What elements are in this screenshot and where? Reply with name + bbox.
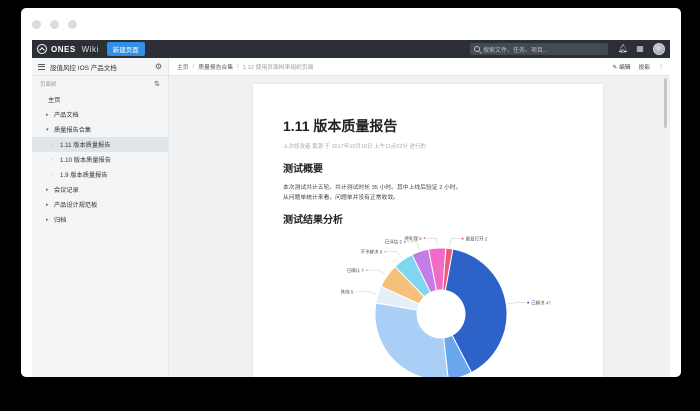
sidebar-tree-item-label: 会议记录 <box>54 187 79 194</box>
apps-grid-icon[interactable]: ▦ <box>636 45 644 53</box>
slice-label-marker <box>384 250 387 253</box>
breadcrumb-separator: / <box>192 63 195 70</box>
sidebar-tree-item[interactable]: ▸ 会议记录 <box>32 182 168 197</box>
sidebar-tree-item[interactable]: ▾ 质量报告合集 <box>32 122 168 137</box>
chevron-right-icon: ▸ <box>46 111 49 118</box>
sidebar-header: 設值风控 IOS 产品文档 ⚙︎ <box>32 58 168 76</box>
sidebar-tree-item-label: 1.11 版本质量报告 <box>60 142 111 149</box>
slice-label-marker <box>355 290 358 293</box>
slice-label-leader <box>387 251 403 259</box>
sidebar-tree-item-label: 归档 <box>54 217 67 224</box>
sidebar: 設值风控 IOS 产品文档 ⚙︎ 页面树 ⇅ 主页 ▸ 产品文档 ▾ 质量报告合集 · 1.… <box>32 58 169 377</box>
search-placeholder: 搜索文件、任务、项目... <box>483 47 549 54</box>
slice-label-leader <box>406 241 420 250</box>
sidebar-tree-item[interactable]: ▸ 产品文档 <box>32 107 168 122</box>
new-page-button[interactable]: 新建页面 <box>106 42 145 56</box>
slice-label: 重复打开 2 <box>466 235 488 242</box>
sidebar-tree-item[interactable]: 主页 <box>32 92 168 107</box>
space-title[interactable]: 設值风控 IOS 产品文档 <box>50 62 117 72</box>
more-options-button[interactable]: ⋮ <box>658 64 664 70</box>
page-tree-sort-icon[interactable]: ⇅ <box>154 80 160 88</box>
slice-label: 已解决 47 <box>531 299 551 306</box>
sidebar-tree-item-label: 产品设计规范板 <box>54 202 98 209</box>
breadcrumb: 主页 / 质量报告合集 / 1.12 使用页面树来组织页面 ✎ 编辑 投影 ⋮ <box>169 58 670 76</box>
slice-label-leader <box>508 302 527 305</box>
slice-label-leader <box>358 291 377 295</box>
slice-label-leader <box>449 238 461 247</box>
present-button[interactable]: 投影 <box>639 62 651 71</box>
slice-label: 不予解决 6 <box>361 249 383 256</box>
top-navigation-bar: ONES Wiki 新建页面 搜索文件、任务、项目... 🔔︎ ▦ <box>32 40 670 58</box>
chevron-down-icon: ▾ <box>46 126 49 133</box>
page-tree-label: 页面树 <box>40 82 57 88</box>
main-content: 主页 / 质量报告合集 / 1.12 使用页面树来组织页面 ✎ 编辑 投影 ⋮ … <box>169 58 670 377</box>
slice-label-marker <box>365 269 368 272</box>
chevron-right-icon: ▸ <box>46 216 49 223</box>
notification-bell-icon[interactable]: 🔔︎ <box>618 45 628 53</box>
breadcrumb-separator: / <box>237 63 239 70</box>
ones-logo[interactable]: ONES Wiki <box>37 44 99 54</box>
page-actions: ✎ 编辑 投影 ⋮ <box>613 62 671 72</box>
page-meta: 上次修改者 黄源 于 2017年10月16日 上午11点02分 进行的 <box>283 144 426 150</box>
donut-chart: 已解决 47未修复 7其他 5已确认 7不予解决 6已评估 5待处理 5 重复打开… <box>341 235 551 377</box>
slice-label-marker <box>461 237 464 240</box>
window-close-button[interactable] <box>32 19 41 29</box>
app-window: ONES Wiki 新建页面 搜索文件、任务、项目... 🔔︎ ▦ 設值风控 I… <box>21 8 681 377</box>
sidebar-tree-item[interactable]: · 1.9 版本质量报告 <box>32 167 168 182</box>
window-chrome <box>21 8 681 40</box>
breadcrumb-item-home[interactable]: 主页 <box>177 62 189 71</box>
sidebar-tree-item-label: 1.10 版本质量报告 <box>60 157 111 164</box>
sidebar-tree-item[interactable]: ▸ 归档 <box>32 212 168 227</box>
slice-label: 待处理 5 <box>404 235 422 242</box>
gear-icon[interactable]: ⚙︎ <box>155 62 162 71</box>
bullet-icon: · <box>52 171 54 178</box>
sidebar-tree-item[interactable]: · 1.11 版本质量报告 <box>32 137 168 152</box>
slice-label-marker <box>423 237 426 240</box>
sidebar-tree-item-label: 1.9 版本质量报告 <box>60 172 108 179</box>
sidebar-tree-item-label: 主页 <box>48 97 61 104</box>
bullet-icon: · <box>52 156 54 163</box>
slice-label-leader <box>368 269 386 275</box>
menu-icon[interactable] <box>38 63 45 70</box>
edit-label: 编辑 <box>618 65 631 71</box>
slice-label-marker <box>527 301 530 304</box>
pie-slice[interactable] <box>374 302 449 377</box>
slice-label-leader <box>426 237 438 247</box>
breadcrumb-item-current: 1.12 使用页面树来组织页面 <box>242 65 314 71</box>
vertical-scrollbar[interactable] <box>664 78 667 128</box>
product-name: Wiki <box>81 44 99 54</box>
overview-text-line-2: 从问题单统计来看，问题单并没有正常收敛。 <box>283 195 399 201</box>
edit-button[interactable]: ✎ 编辑 <box>613 62 631 71</box>
slice-label: 其他 5 <box>341 288 354 295</box>
overview-text-line-1: 本次测试共计五轮。共计测试时长 35 小时。其中上线后验证 2 小时。 <box>283 185 462 191</box>
document-page: 1.11 版本质量报告 上次修改者 黄源 于 2017年10月16日 上午11点… <box>253 84 603 377</box>
chevron-right-icon: ▸ <box>46 186 49 193</box>
sidebar-tree-item[interactable]: · 1.10 版本质量报告 <box>32 152 168 167</box>
user-avatar[interactable] <box>653 43 665 55</box>
sidebar-tree-item-label: 产品文档 <box>54 112 79 119</box>
ones-logo-icon <box>37 44 47 54</box>
page-title: 1.11 版本质量报告 <box>283 118 398 134</box>
sidebar-tree-item-label: 质量报告合集 <box>54 127 92 134</box>
global-search-input[interactable]: 搜索文件、任务、项目... <box>470 43 608 55</box>
breadcrumb-item-quality-reports[interactable]: 质量报告合集 <box>198 62 233 71</box>
slice-label-marker <box>403 240 406 243</box>
section-heading-analysis: 测试结果分析 <box>283 215 343 226</box>
slice-label: 已评估 5 <box>385 239 403 246</box>
window-minimize-button[interactable] <box>50 19 59 29</box>
slice-label: 已确认 7 <box>347 267 365 274</box>
brand-name: ONES <box>51 44 76 54</box>
chevron-right-icon: ▸ <box>46 201 49 208</box>
search-icon <box>474 46 480 52</box>
bullet-icon: · <box>52 141 54 148</box>
sidebar-tree-item[interactable]: ▸ 产品设计规范板 <box>32 197 168 212</box>
section-heading-overview: 测试概要 <box>283 164 323 175</box>
window-maximize-button[interactable] <box>68 19 77 29</box>
page-tree-header: 页面树 ⇅ <box>32 76 168 92</box>
page-tree: 主页 ▸ 产品文档 ▾ 质量报告合集 · 1.11 版本质量报告 · 1.10 版本质量报告 · 1… <box>32 92 168 227</box>
edit-icon: ✎ <box>612 65 618 71</box>
